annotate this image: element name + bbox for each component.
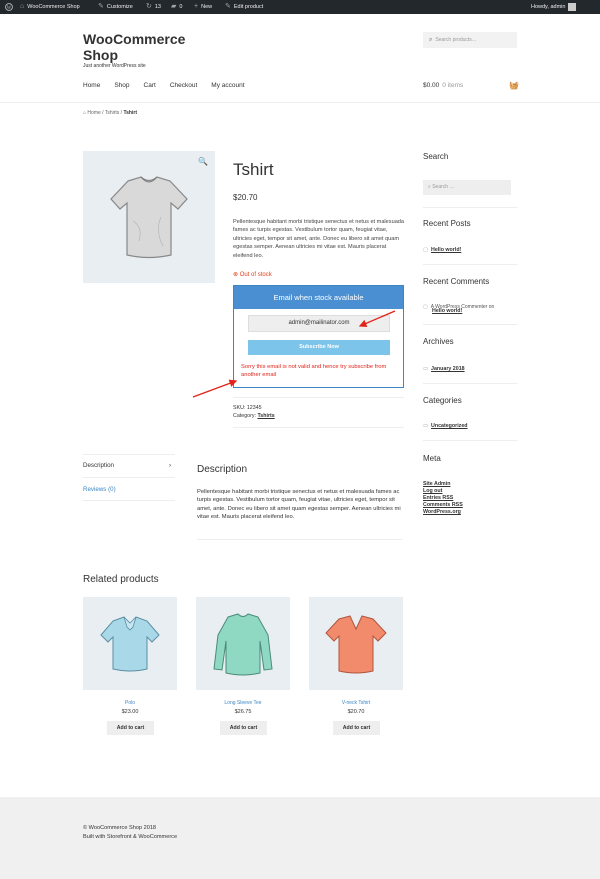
widget-title-categories: Categories (423, 396, 462, 405)
sidebar-search-input[interactable]: ⌕ Search … (423, 180, 511, 195)
widget-divider (423, 383, 517, 384)
related-products-heading: Related products (83, 574, 159, 585)
widget-divider (423, 207, 517, 208)
related-product-name[interactable]: V-neck Tshirt (309, 700, 403, 706)
meta-link-site-admin[interactable]: Site Admin (423, 481, 463, 488)
related-product-image-polo[interactable] (83, 597, 177, 690)
document-icon: ▢ (423, 247, 429, 253)
widget-title-recent-posts: Recent Posts (423, 219, 471, 228)
category-link[interactable]: ▭ Uncategorized (423, 423, 468, 429)
long-sleeve-tee-image (213, 613, 273, 676)
folder-icon: ▭ (423, 366, 429, 372)
tab-divider (83, 477, 175, 478)
add-to-cart-button[interactable]: Add to cart (220, 721, 267, 735)
related-product-image-long-sleeve[interactable] (196, 597, 290, 690)
widget-divider (423, 324, 517, 325)
arrow-to-error (192, 379, 238, 398)
chevron-right-icon: › (168, 462, 171, 469)
meta-link-entries-rss[interactable]: Entries RSS (423, 495, 463, 502)
widget-divider (423, 264, 517, 265)
related-product-price: $23.00 (121, 709, 139, 715)
recent-post-link[interactable]: ▢ Hello world! (423, 247, 461, 253)
vneck-tshirt-image (325, 615, 387, 674)
meta-links: Site Admin Log out Entries RSS Comments … (423, 481, 463, 516)
widget-divider (423, 440, 517, 441)
folder-icon: ▭ (423, 423, 429, 429)
recent-comment-link[interactable]: Hello world! (432, 308, 462, 314)
add-to-cart-button[interactable]: Add to cart (333, 721, 380, 735)
widget-title-meta: Meta (423, 454, 441, 463)
description-divider (197, 539, 402, 540)
related-product-image-vneck[interactable] (309, 597, 403, 690)
meta-link-wordpress[interactable]: WordPress.org (423, 509, 463, 516)
widget-title-recent-comments: Recent Comments (423, 277, 490, 286)
related-product-price: $20.70 (347, 709, 365, 715)
add-to-cart-button[interactable]: Add to cart (107, 721, 154, 735)
related-product-price: $26.75 (234, 709, 252, 715)
tab-description[interactable]: Description › (83, 462, 175, 469)
archive-link[interactable]: ▭ January 2018 (423, 366, 465, 372)
meta-link-comments-rss[interactable]: Comments RSS (423, 502, 463, 509)
tab-divider (83, 500, 175, 501)
widget-title-archives: Archives (423, 337, 454, 346)
tab-divider (83, 454, 175, 455)
arrow-to-email (358, 310, 396, 328)
meta-link-log-out[interactable]: Log out (423, 488, 463, 495)
polo-image (100, 616, 160, 672)
related-product-name[interactable]: Long Sleeve Tee (196, 700, 290, 706)
footer-copyright: © WooCommerce Shop 2018 (83, 825, 157, 831)
footer-credit[interactable]: Built with Storefront & WooCommerce (83, 834, 177, 840)
tab-reviews[interactable]: Reviews (0) (83, 486, 116, 493)
comment-icon: ▢ (423, 304, 428, 310)
description-heading: Description (197, 464, 248, 475)
widget-title-search: Search (423, 152, 449, 161)
description-text: Pellentesque habitant morbi tristique se… (197, 489, 401, 521)
related-product-name[interactable]: Polo (83, 700, 177, 706)
